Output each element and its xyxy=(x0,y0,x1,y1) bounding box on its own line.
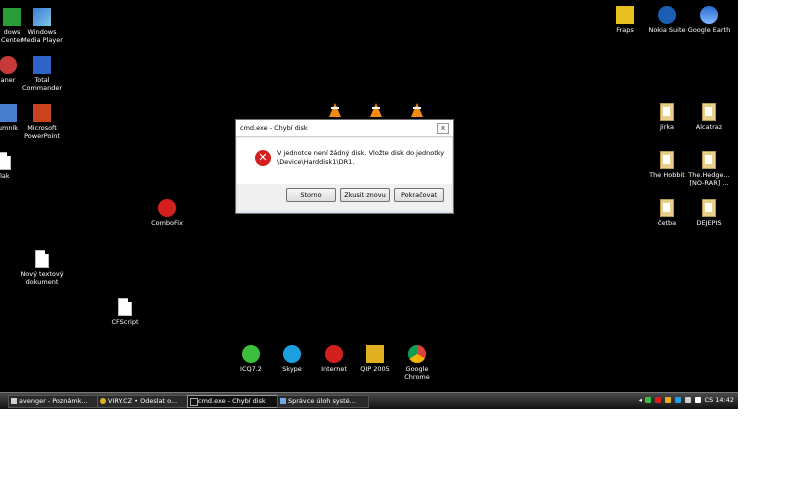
tray-icon[interactable] xyxy=(665,397,672,403)
folder-icon xyxy=(660,199,674,217)
combofix-icon xyxy=(158,199,176,217)
dialog-titlebar[interactable]: cmd.exe - Chybí disk x xyxy=(236,120,453,137)
taskbar-item-label: avenger - Poznámk... xyxy=(19,397,88,405)
taskbar: avenger - Poznámk... VIRY.CZ • Odeslat o… xyxy=(0,392,738,409)
folder-icon xyxy=(702,199,716,217)
text-file-icon xyxy=(35,250,49,268)
desktop-icon-label: Total Commander xyxy=(21,76,63,92)
folder-icon xyxy=(660,103,674,121)
windows-media-player-icon xyxy=(33,8,51,26)
taskbar-item-task-manager[interactable]: Správce úloh systé... xyxy=(277,395,369,408)
desktop-icon-label: ComboFix xyxy=(151,219,183,227)
desktop-icon-label: Windows Media Player xyxy=(21,28,63,44)
taskbar-item-label: VIRY.CZ • Odeslat o... xyxy=(108,397,178,405)
dialog-title: cmd.exe - Chybí disk xyxy=(240,124,308,132)
tray-icon[interactable] xyxy=(655,397,662,403)
vlc-cone-icon[interactable] xyxy=(411,103,423,117)
file-icon xyxy=(0,152,11,170)
desktop-icon-folder-alcatraz[interactable]: Alcatraz xyxy=(679,103,738,131)
notepad-icon xyxy=(11,398,17,404)
vlc-cone-icon[interactable] xyxy=(370,103,382,117)
desktop-icon-label: Microsoft PowerPoint xyxy=(24,124,60,140)
skype-icon xyxy=(283,345,301,363)
opera-icon xyxy=(325,345,343,363)
dialog-body: ✕ V jednotce není žádný disk. Vložte dis… xyxy=(237,138,452,184)
retry-button[interactable]: Zkusit znovu xyxy=(340,188,390,202)
clock[interactable]: 14:42 xyxy=(715,396,734,404)
desktop-icon-label: Google Chrome xyxy=(404,365,430,381)
desktop-icon-combofix[interactable]: ComboFix xyxy=(137,199,197,227)
task-manager-icon xyxy=(280,398,286,404)
folder-icon xyxy=(702,103,716,121)
system-tray: ◂ CS 14:42 xyxy=(639,395,734,406)
desktop-icon-label: CFScript xyxy=(111,318,139,326)
error-dialog: cmd.exe - Chybí disk x ✕ V jednotce není… xyxy=(235,119,454,214)
desktop-icon-label: ílak xyxy=(0,172,10,180)
tray-icon[interactable] xyxy=(645,397,652,403)
desktop-icon-new-text-document[interactable]: Nový textový dokument xyxy=(12,250,72,286)
dialog-message-line: V jednotce není žádný disk. Vložte disk … xyxy=(277,149,445,157)
volume-icon[interactable] xyxy=(695,397,702,403)
desktop-icon-file[interactable]: ílak xyxy=(0,152,34,180)
desktop-icon-label: Nový textový dokument xyxy=(20,270,64,286)
desktop-icon-folder-dejepis[interactable]: DEJEPIS xyxy=(679,199,738,227)
chrome-icon xyxy=(408,345,426,363)
cancel-button[interactable]: Storno xyxy=(286,188,336,202)
icq-icon xyxy=(242,345,260,363)
dialog-message: V jednotce není žádný disk. Vložte disk … xyxy=(277,149,444,167)
taskbar-item-browser[interactable]: VIRY.CZ • Odeslat o... xyxy=(97,395,189,408)
taskbar-item-cmd[interactable]: cmd.exe - Chybí disk xyxy=(187,395,279,408)
taskbar-item-label: Správce úloh systé... xyxy=(288,397,356,405)
tray-icon[interactable] xyxy=(675,397,682,403)
desktop-icon-google-earth[interactable]: Google Earth xyxy=(679,6,738,34)
desktop-icon-media-player[interactable]: Windows Media Player xyxy=(12,8,72,44)
chevron-left-icon[interactable]: ◂ xyxy=(639,396,642,404)
cmd-icon xyxy=(190,398,198,406)
taskbar-item-label: cmd.exe - Chybí disk xyxy=(198,397,266,405)
nokia-suite-icon xyxy=(658,6,676,24)
google-earth-icon xyxy=(700,6,718,24)
desktop-icon-label: Google Earth xyxy=(687,26,731,34)
folder-icon xyxy=(660,151,674,169)
error-icon: ✕ xyxy=(255,150,271,166)
vlc-cone-icon[interactable] xyxy=(329,103,341,117)
close-button[interactable]: x xyxy=(437,122,449,134)
desktop-icon-folder-hedge[interactable]: The.Hedge... [NO-RAR] ... xyxy=(679,151,738,187)
language-indicator[interactable]: CS xyxy=(705,396,714,404)
desktop-icon-label: The.Hedge... [NO-RAR] ... xyxy=(688,171,730,187)
desktop-icon-label: Alcatraz xyxy=(695,123,723,131)
desktop-icon-label: DEJEPIS xyxy=(696,219,722,227)
folder-icon xyxy=(702,151,716,169)
continue-button[interactable]: Pokračovat xyxy=(394,188,444,202)
network-icon[interactable] xyxy=(685,397,692,403)
dialog-buttons: Storno Zkusit znovu Pokračovat xyxy=(236,188,453,208)
desktop-icon-total-commander[interactable]: Total Commander xyxy=(12,56,72,92)
desktop-icon-google-chrome[interactable]: Google Chrome xyxy=(387,345,447,381)
dialog-message-line: \Device\Harddisk1\DR1. xyxy=(277,158,355,166)
total-commander-icon xyxy=(33,56,51,74)
desktop-icon-powerpoint[interactable]: Microsoft PowerPoint xyxy=(12,104,72,140)
script-file-icon xyxy=(118,298,132,316)
desktop-icon-cfscript[interactable]: CFScript xyxy=(95,298,155,326)
fraps-icon xyxy=(616,6,634,24)
qip-icon xyxy=(366,345,384,363)
chrome-icon xyxy=(100,398,106,404)
powerpoint-icon xyxy=(33,104,51,122)
taskbar-item-notepad[interactable]: avenger - Poznámk... xyxy=(8,395,98,408)
desktop: dows Center Windows Media Player aner To… xyxy=(0,0,738,392)
